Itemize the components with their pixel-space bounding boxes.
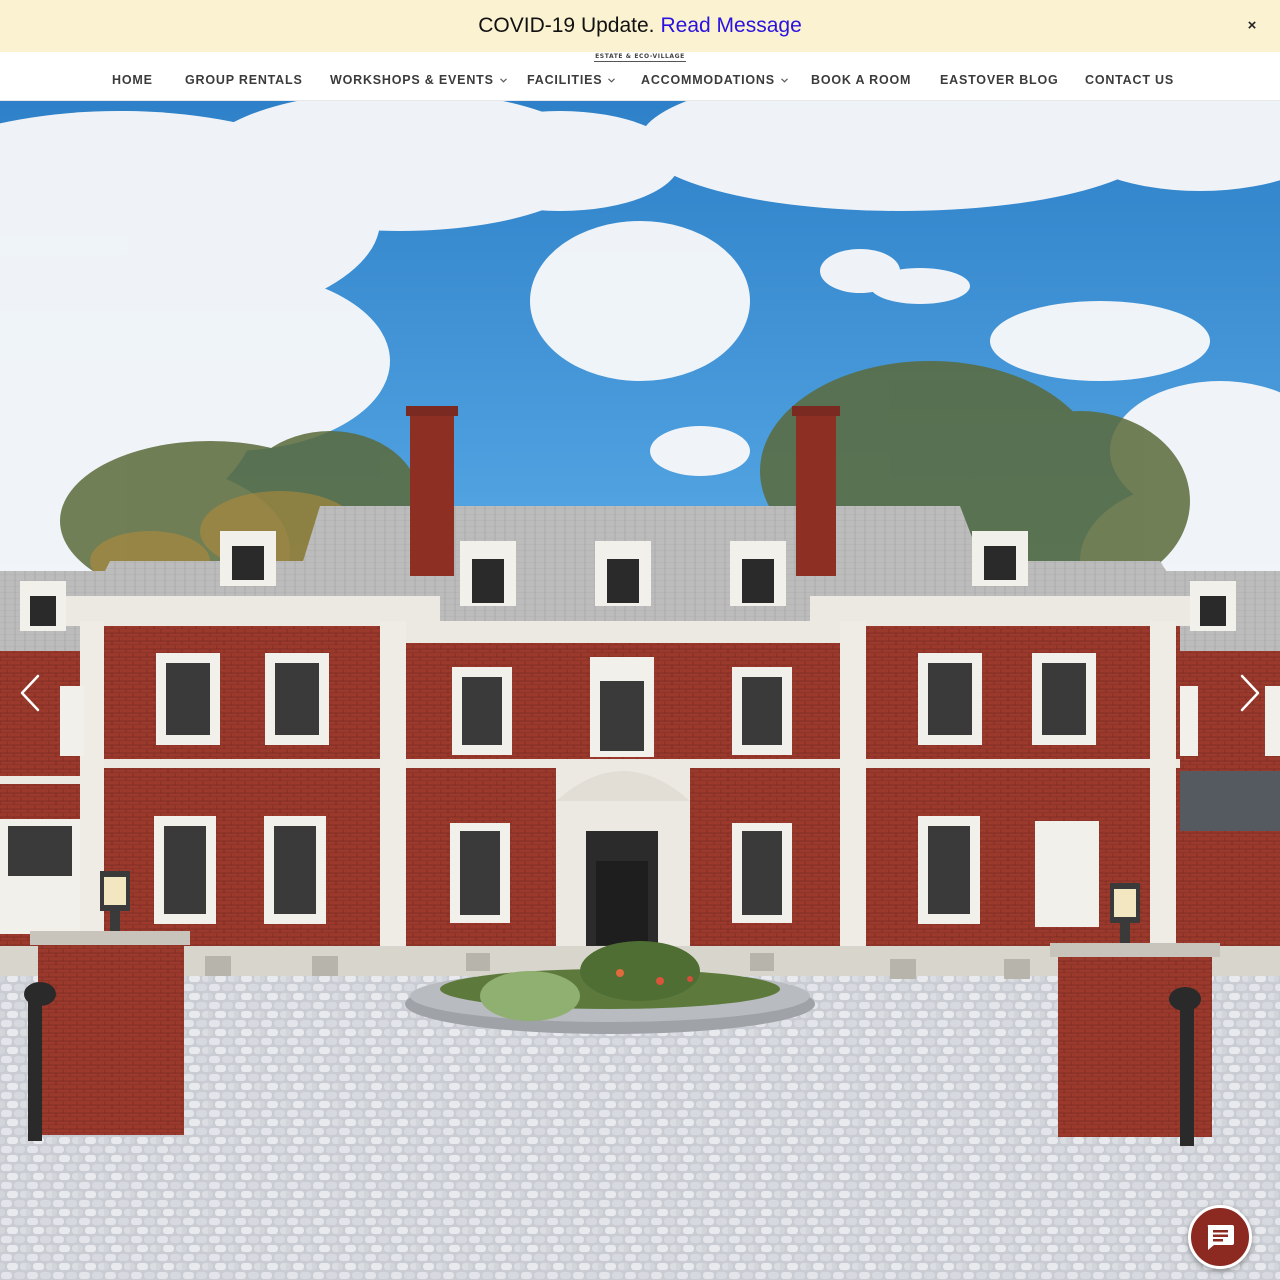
chevron-left-icon (20, 674, 40, 712)
banner-text: COVID-19 Update. (478, 14, 655, 37)
chevron-right-icon (1240, 674, 1260, 712)
nav-facilities[interactable]: FACILITIES (527, 72, 616, 88)
chevron-down-icon (499, 78, 507, 83)
main-nav: HOME GROUP RENTALS WORKSHOPS & EVENTS FA… (0, 72, 1280, 88)
nav-eastover-blog[interactable]: EASTOVER BLOG (940, 72, 1059, 88)
nav-accommodations[interactable]: ACCOMMODATIONS (641, 72, 788, 88)
read-message-link[interactable]: Read Message (661, 14, 802, 37)
nav-contact-us[interactable]: CONTACT US (1085, 72, 1174, 88)
tagline-text: ESTATE & ECO-VILLAGE (594, 53, 686, 62)
chevron-down-icon (780, 78, 788, 83)
nav-label: ACCOMMODATIONS (641, 73, 775, 87)
chat-widget-button[interactable] (1188, 1205, 1252, 1269)
banner-message: COVID-19 Update. Read Message (478, 14, 802, 38)
nav-label: CONTACT US (1085, 73, 1175, 87)
nav-label: GROUP RENTALS (185, 73, 303, 87)
nav-label: FACILITIES (527, 73, 603, 87)
chat-bubble-icon (1207, 1225, 1234, 1250)
hero-slideshow (0, 101, 1280, 1280)
nav-book-a-room[interactable]: BOOK A ROOM (811, 72, 911, 88)
chevron-down-icon (608, 78, 616, 83)
nav-label: HOME (112, 73, 153, 87)
slideshow-prev-button[interactable] (12, 673, 48, 713)
covid-banner: COVID-19 Update. Read Message × (0, 0, 1280, 52)
site-header: ESTATE & ECO-VILLAGE HOME GROUP RENTALS … (0, 52, 1280, 101)
nav-label: BOOK A ROOM (811, 73, 912, 87)
hero-image-mansion (0, 101, 1280, 1280)
logo-tagline: ESTATE & ECO-VILLAGE (0, 53, 1280, 62)
nav-home[interactable]: HOME (112, 72, 153, 88)
slideshow-next-button[interactable] (1232, 673, 1268, 713)
nav-workshops-events[interactable]: WORKSHOPS & EVENTS (330, 72, 507, 88)
nav-label: EASTOVER BLOG (940, 73, 1059, 87)
nav-label: WORKSHOPS & EVENTS (330, 73, 494, 87)
close-banner-button[interactable]: × (1242, 16, 1262, 36)
nav-group-rentals[interactable]: GROUP RENTALS (185, 72, 303, 88)
